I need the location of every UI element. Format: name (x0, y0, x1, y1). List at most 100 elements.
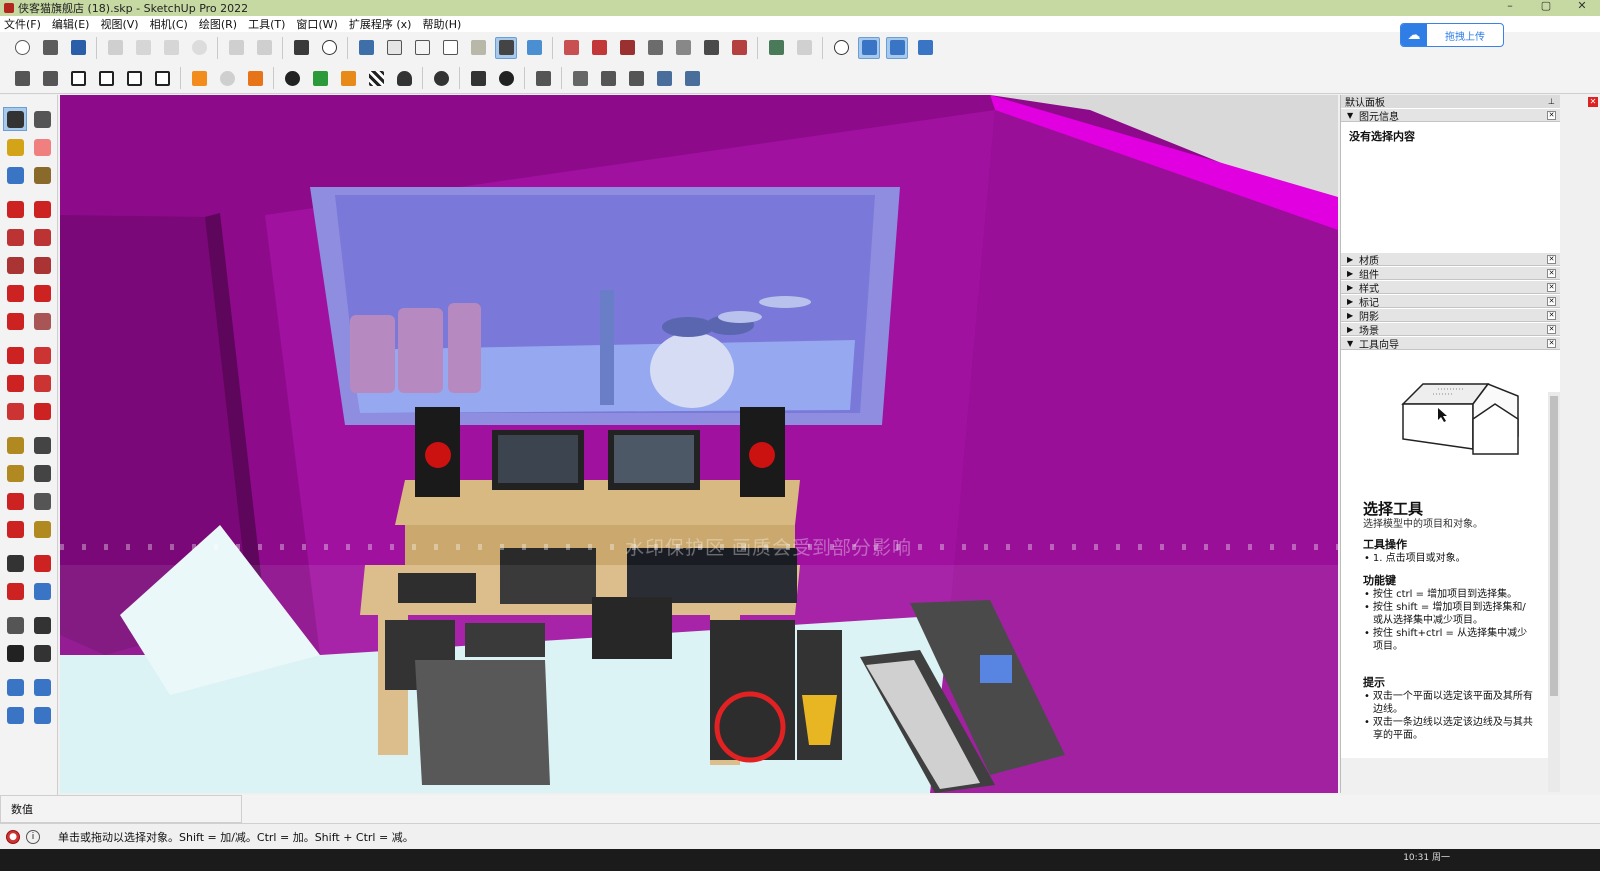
footprints-tool[interactable] (3, 641, 27, 665)
union-button[interactable] (625, 67, 647, 89)
materials-section[interactable]: ▶ 材质 ✕ (1341, 252, 1560, 267)
menu-edit[interactable]: 编辑(E) (52, 16, 90, 32)
close-panel-icon[interactable]: ✕ (1547, 325, 1556, 334)
roof-button[interactable] (123, 67, 145, 89)
save-button[interactable] (67, 37, 89, 59)
close-panel-icon[interactable]: ✕ (1547, 297, 1556, 306)
rotate-tool[interactable] (3, 371, 27, 395)
zoom-extents-tool[interactable] (3, 579, 27, 603)
component-tool[interactable] (3, 163, 27, 187)
menu-draw[interactable]: 绘图(R) (199, 16, 237, 32)
eraser-tool[interactable] (30, 135, 54, 159)
position-camera-tool[interactable] (3, 517, 27, 541)
front-view-button[interactable] (914, 37, 936, 59)
share-model-button[interactable] (39, 67, 61, 89)
menu-view[interactable]: 视图(V) (100, 16, 138, 32)
warehouse-button[interactable] (11, 67, 33, 89)
about-button[interactable] (495, 67, 517, 89)
maximize-button[interactable]: ▢ (1528, 0, 1564, 16)
paint-bucket-tool[interactable] (3, 135, 27, 159)
drape-button[interactable] (672, 37, 694, 59)
sandbox-scratch-button[interactable] (588, 37, 610, 59)
chart-button[interactable] (337, 67, 359, 89)
components-section[interactable]: ▶ 组件 ✕ (1341, 266, 1560, 281)
circle-tool[interactable] (3, 253, 27, 277)
eye-tool[interactable] (30, 613, 54, 637)
add-button[interactable] (281, 67, 303, 89)
scale-tool[interactable] (3, 399, 27, 423)
three-point-arc-tool[interactable] (3, 309, 27, 333)
smoove-button[interactable] (616, 37, 638, 59)
styles-section[interactable]: ▶ 样式 ✕ (1341, 280, 1560, 295)
flip-edge-button[interactable] (728, 37, 750, 59)
new-file-button[interactable] (11, 37, 33, 59)
close-tray-icon[interactable]: ✕ (1588, 97, 1598, 107)
entity-info-header[interactable]: ▼ 图元信息 ✕ (1341, 108, 1560, 123)
model-info-button[interactable] (318, 37, 340, 59)
transfer-button[interactable] (244, 67, 266, 89)
terrain-button[interactable] (793, 37, 815, 59)
pie-tool[interactable] (30, 309, 54, 333)
menu-window[interactable]: 窗口(W) (296, 16, 337, 32)
rotated-rect-tool[interactable] (30, 225, 54, 249)
close-window-button[interactable]: ✕ (1564, 0, 1600, 16)
instructor-section[interactable]: ▼ 工具向导 ✕ (1341, 336, 1560, 351)
look-around-tool[interactable] (3, 613, 27, 637)
copy-button[interactable] (132, 37, 154, 59)
intersect-button[interactable] (597, 67, 619, 89)
undo-button[interactable] (225, 37, 247, 59)
erase-button[interactable] (188, 37, 210, 59)
freehand-tool[interactable] (30, 197, 54, 221)
offset-tool[interactable] (30, 399, 54, 423)
tree-button[interactable] (309, 67, 331, 89)
shadows-section[interactable]: ▶ 阴影 ✕ (1341, 308, 1560, 323)
minimize-button[interactable]: – (1492, 0, 1528, 16)
move-tool[interactable] (3, 343, 27, 367)
polygon-tool[interactable] (30, 253, 54, 277)
section-display-tool[interactable] (30, 675, 54, 699)
shaded-textures-button[interactable] (523, 37, 545, 59)
menu-camera[interactable]: 相机(C) (150, 16, 188, 32)
trim-button[interactable] (681, 67, 703, 89)
open-file-button[interactable] (39, 37, 61, 59)
close-panel-icon[interactable]: ✕ (1547, 339, 1556, 348)
protractor-tool[interactable] (3, 461, 27, 485)
info-status-icon[interactable]: i (26, 829, 40, 844)
line-tool[interactable] (3, 197, 27, 221)
two-point-arc-tool[interactable] (30, 281, 54, 305)
walk-tool[interactable] (30, 517, 54, 541)
section-fill-tool[interactable] (30, 703, 54, 727)
tags-section[interactable]: ▶ 标记 ✕ (1341, 294, 1560, 309)
follow-me-tool[interactable] (30, 371, 54, 395)
close-panel-icon[interactable]: ✕ (1547, 111, 1556, 120)
dimension-tool[interactable] (30, 433, 54, 457)
outer-shell-button[interactable] (569, 67, 591, 89)
orbit-tool[interactable] (30, 107, 54, 131)
axes-button[interactable] (830, 37, 852, 59)
building-button[interactable] (95, 67, 117, 89)
menu-tools[interactable]: 工具(T) (248, 16, 285, 32)
wireframe-button[interactable] (439, 37, 461, 59)
text-tool[interactable] (30, 461, 54, 485)
x-ray-button[interactable] (383, 37, 405, 59)
pin-icon[interactable]: ⊥ (1548, 97, 1556, 106)
upload-button[interactable]: ☁ 拖拽上传 (1400, 23, 1504, 47)
menu-extensions[interactable]: 扩展程序 (x) (349, 16, 412, 32)
section-plane-tool[interactable] (3, 675, 27, 699)
menu-file[interactable]: 文件(F) (4, 16, 41, 32)
zoom-window-tool[interactable] (30, 551, 54, 575)
scrollbar-thumb[interactable] (1550, 396, 1558, 696)
zoom-tool[interactable] (3, 551, 27, 575)
iso-view-button[interactable] (858, 36, 880, 59)
sandbox-contours-button[interactable] (560, 37, 582, 59)
shaded-button[interactable] (495, 36, 517, 59)
tray-scrollbar[interactable] (1548, 392, 1560, 792)
menu-help[interactable]: 帮助(H) (422, 16, 461, 32)
mail-button[interactable] (467, 67, 489, 89)
home-button[interactable] (67, 67, 89, 89)
rectangle-tool[interactable] (3, 225, 27, 249)
top-view-button[interactable] (886, 36, 908, 59)
model-viewport[interactable]: 水印保护区 画质会受到部分影响 (60, 95, 1338, 793)
refresh-button[interactable] (216, 67, 238, 89)
tag-tool[interactable] (30, 163, 54, 187)
